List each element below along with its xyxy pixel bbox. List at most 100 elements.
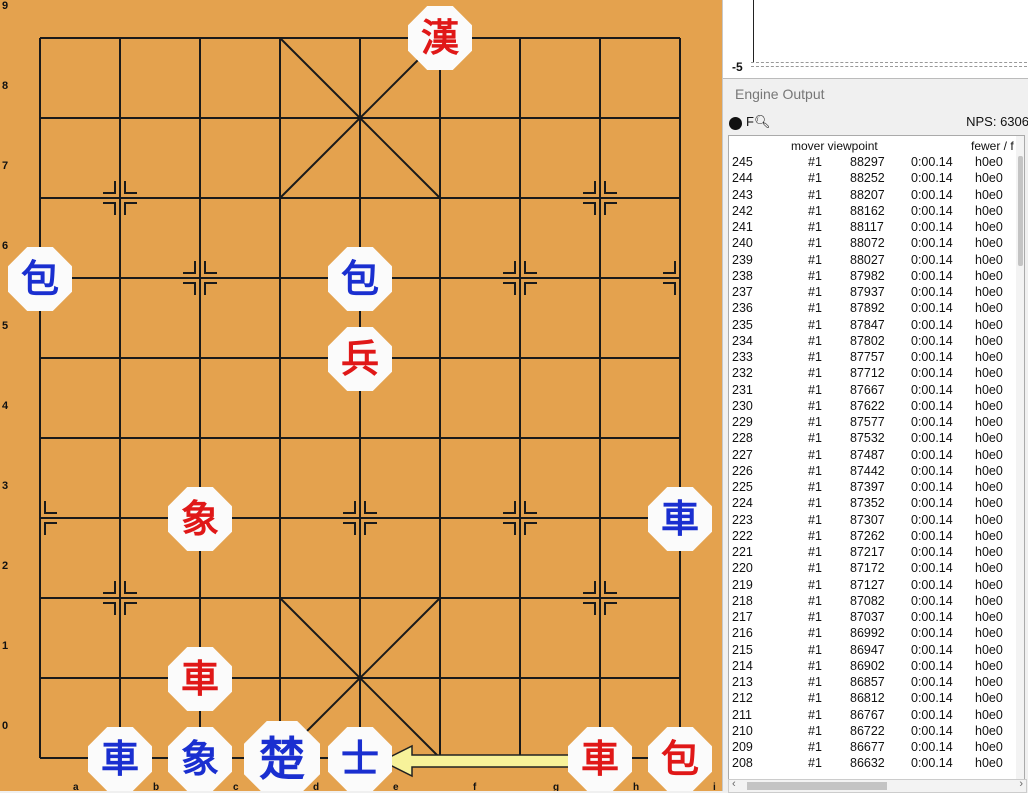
- pv-cell: h0e0: [975, 398, 1003, 413]
- output-row[interactable]: 228 #1 87532 0:00.14 h0e0: [729, 430, 1019, 446]
- output-row[interactable]: 232 #1 87712 0:00.14 h0e0: [729, 365, 1019, 381]
- pv-cell: h0e0: [975, 658, 1003, 673]
- score-cell: #1: [808, 236, 822, 251]
- time-cell: 0:00.14: [911, 220, 953, 234]
- time-cell: 0:00.14: [911, 398, 953, 413]
- output-row[interactable]: 214 #1 86902 0:00.14 h0e0: [729, 658, 1019, 674]
- graph-axis: [753, 0, 754, 62]
- output-row[interactable]: 226 #1 87442 0:00.14 h0e0: [729, 463, 1019, 479]
- nodes-cell: 87712: [850, 366, 885, 381]
- output-row[interactable]: 222 #1 87262 0:00.14 h0e0: [729, 528, 1019, 544]
- output-row[interactable]: 212 #1 86812 0:00.14 h0e0: [729, 690, 1019, 706]
- column-header: mover viewpoint: [791, 139, 878, 153]
- output-row[interactable]: 220 #1 87172 0:00.14 h0e0: [729, 560, 1019, 576]
- output-row[interactable]: 242 #1 88162 0:00.14 h0e0: [729, 203, 1019, 219]
- pv-cell: h0e0: [975, 723, 1003, 738]
- output-row[interactable]: 239 #1 88027 0:00.14 h0e0: [729, 252, 1019, 268]
- output-row[interactable]: 230 #1 87622 0:00.14 h0e0: [729, 398, 1019, 414]
- output-row[interactable]: 237 #1 87937 0:00.14 h0e0: [729, 284, 1019, 300]
- output-row[interactable]: 245 #1 88297 0:00.14 h0e0: [729, 154, 1019, 170]
- score-cell: #1: [808, 203, 822, 218]
- output-row[interactable]: 234 #1 87802 0:00.14 h0e0: [729, 333, 1019, 349]
- depth-cell: 244: [732, 171, 753, 186]
- score-cell: #1: [808, 301, 822, 316]
- output-row[interactable]: 216 #1 86992 0:00.14 h0e0: [729, 625, 1019, 641]
- nodes-cell: 87802: [850, 333, 885, 348]
- time-cell: 0:00.14: [911, 382, 953, 397]
- output-row[interactable]: 236 #1 87892 0:00.14 h0e0: [729, 300, 1019, 316]
- output-row[interactable]: 221 #1 87217 0:00.14 h0e0: [729, 544, 1019, 560]
- nodes-cell: 88027: [850, 252, 885, 267]
- score-cell: #1: [808, 366, 822, 381]
- pv-cell: h0e0: [975, 463, 1003, 478]
- pv-cell: h0e0: [975, 285, 1003, 299]
- output-row[interactable]: 238 #1 87982 0:00.14 h0e0: [729, 268, 1019, 284]
- last-move-arrow: [380, 744, 601, 778]
- output-row[interactable]: 224 #1 87352 0:00.14 h0e0: [729, 495, 1019, 511]
- depth-cell: 241: [732, 220, 753, 234]
- output-row[interactable]: 218 #1 87082 0:00.14 h0e0: [729, 593, 1019, 609]
- pv-cell: h0e0: [975, 707, 1003, 722]
- score-cell: #1: [808, 707, 822, 722]
- output-row[interactable]: 219 #1 87127 0:00.14 h0e0: [729, 577, 1019, 593]
- red-general-piece[interactable]: 漢: [408, 6, 472, 70]
- blue-cannon-piece[interactable]: 包: [8, 247, 72, 311]
- file-label: a: [73, 782, 79, 791]
- scroll-right-icon[interactable]: ›: [1019, 778, 1023, 790]
- nodes-cell: 86947: [850, 642, 885, 657]
- output-row[interactable]: 243 #1 88207 0:00.14 h0e0: [729, 187, 1019, 203]
- output-row[interactable]: 208 #1 86632 0:00.14 h0e0: [729, 755, 1019, 771]
- time-cell: 0:00.14: [911, 187, 953, 202]
- nodes-cell: 88117: [850, 220, 884, 234]
- nodes-cell: 87352: [850, 496, 885, 511]
- time-cell: 0:00.14: [911, 626, 953, 641]
- scrollbar-thumb[interactable]: [747, 782, 887, 790]
- output-row[interactable]: 211 #1 86767 0:00.14 h0e0: [729, 707, 1019, 723]
- engine-mode-label[interactable]: F🔍︎: [746, 114, 770, 130]
- engine-output-list[interactable]: mover viewpoint fewer / f 245 #1 88297 0:00…: [728, 135, 1025, 781]
- output-row[interactable]: 217 #1 87037 0:00.14 h0e0: [729, 609, 1019, 625]
- pv-cell: h0e0: [975, 642, 1003, 657]
- depth-cell: 223: [732, 512, 753, 527]
- nodes-cell: 87757: [850, 350, 885, 364]
- output-row[interactable]: 209 #1 86677 0:00.14 h0e0: [729, 739, 1019, 755]
- vertical-scrollbar[interactable]: [1016, 136, 1024, 780]
- score-cell: #1: [808, 447, 822, 462]
- output-row[interactable]: 229 #1 87577 0:00.14 h0e0: [729, 414, 1019, 430]
- xiangqi-board[interactable]: 9 8 7 6 5 4 3 2 1 0 a b c d e f g h i 漢 …: [0, 0, 722, 791]
- output-row[interactable]: 225 #1 87397 0:00.14 h0e0: [729, 479, 1019, 495]
- output-row[interactable]: 244 #1 88252 0:00.14 h0e0: [729, 170, 1019, 186]
- nodes-cell: 86902: [850, 658, 885, 673]
- rank-label: 1: [2, 640, 9, 652]
- output-row[interactable]: 210 #1 86722 0:00.14 h0e0: [729, 723, 1019, 739]
- time-cell: 0:00.14: [911, 756, 953, 771]
- score-cell: #1: [808, 610, 822, 624]
- depth-cell: 234: [732, 333, 753, 348]
- output-row[interactable]: 233 #1 87757 0:00.14 h0e0: [729, 349, 1019, 365]
- scroll-left-icon[interactable]: ‹: [732, 778, 736, 790]
- nodes-cell: 87982: [850, 268, 885, 283]
- red-soldier-piece[interactable]: 兵: [328, 327, 392, 391]
- output-row[interactable]: 215 #1 86947 0:00.14 h0e0: [729, 642, 1019, 658]
- nodes-cell: 88207: [850, 187, 885, 202]
- scrollbar-thumb[interactable]: [1018, 156, 1023, 266]
- output-row[interactable]: 241 #1 88117 0:00.14 h0e0: [729, 219, 1019, 235]
- magnifier-icon[interactable]: 🔍︎: [754, 114, 771, 129]
- blue-cannon-piece[interactable]: 包: [328, 247, 392, 311]
- output-row[interactable]: 227 #1 87487 0:00.14 h0e0: [729, 447, 1019, 463]
- pv-cell: h0e0: [975, 333, 1003, 348]
- output-row[interactable]: 231 #1 87667 0:00.14 h0e0: [729, 382, 1019, 398]
- pv-cell: h0e0: [975, 187, 1003, 202]
- output-row[interactable]: 240 #1 88072 0:00.14 h0e0: [729, 235, 1019, 251]
- pv-cell: h0e0: [975, 675, 1003, 689]
- output-row[interactable]: 223 #1 87307 0:00.14 h0e0: [729, 512, 1019, 528]
- time-cell: 0:00.14: [911, 415, 953, 429]
- pv-cell: h0e0: [975, 366, 1003, 381]
- pv-cell: h0e0: [975, 593, 1003, 608]
- depth-cell: 236: [732, 301, 753, 316]
- output-row[interactable]: 235 #1 87847 0:00.14 h0e0: [729, 317, 1019, 333]
- depth-cell: 228: [732, 431, 753, 446]
- output-rows: 245 #1 88297 0:00.14 h0e0 244 #1 88252 0:00.14 h0…: [729, 154, 1019, 772]
- output-row[interactable]: 213 #1 86857 0:00.14 h0e0: [729, 674, 1019, 690]
- time-cell: 0:00.14: [911, 155, 953, 169]
